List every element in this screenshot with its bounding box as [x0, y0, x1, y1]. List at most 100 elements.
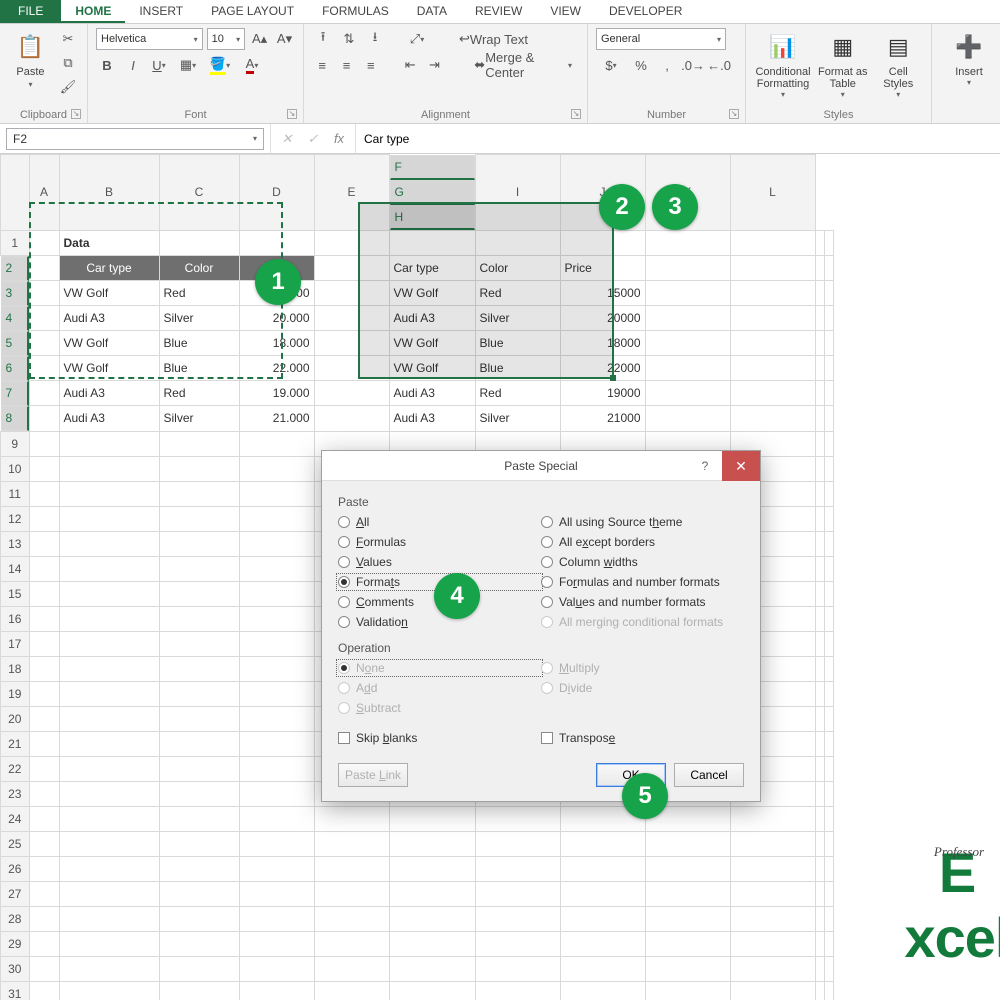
- skip-blanks-checkbox[interactable]: Skip blanks: [338, 731, 541, 745]
- cell-H5[interactable]: 18000: [560, 331, 645, 356]
- decrease-indent-button[interactable]: ⇤: [400, 54, 420, 76]
- col-header-C[interactable]: C: [159, 155, 239, 231]
- cell-B7[interactable]: Audi A3: [59, 381, 159, 406]
- row-header-25[interactable]: 25: [1, 831, 30, 856]
- col-header-D[interactable]: D: [239, 155, 314, 231]
- cell-H30[interactable]: [560, 956, 645, 981]
- confirm-edit-icon[interactable]: ✓: [301, 131, 325, 147]
- cell-C25[interactable]: [159, 831, 239, 856]
- cell-E2[interactable]: [314, 255, 389, 281]
- cell-K19[interactable]: [815, 681, 824, 706]
- cell-A5[interactable]: [29, 331, 59, 356]
- cell-L29[interactable]: [824, 931, 833, 956]
- cell-A22[interactable]: [29, 756, 59, 781]
- cell-B1[interactable]: Data: [59, 230, 159, 255]
- cell-E6[interactable]: [314, 356, 389, 381]
- cell-K26[interactable]: [815, 856, 824, 881]
- row-header-19[interactable]: 19: [1, 681, 30, 706]
- cell-L10[interactable]: [824, 456, 833, 481]
- cell-C27[interactable]: [159, 881, 239, 906]
- cell-C12[interactable]: [159, 506, 239, 531]
- cell-I7[interactable]: [645, 381, 730, 406]
- cell-G30[interactable]: [475, 956, 560, 981]
- cell-D19[interactable]: [239, 681, 314, 706]
- cell-I31[interactable]: [645, 981, 730, 1000]
- cell-B18[interactable]: [59, 656, 159, 681]
- cell-C13[interactable]: [159, 531, 239, 556]
- cell-I27[interactable]: [645, 881, 730, 906]
- cell-B12[interactable]: [59, 506, 159, 531]
- cell-A19[interactable]: [29, 681, 59, 706]
- font-launcher-icon[interactable]: ↘: [287, 109, 297, 119]
- cell-K6[interactable]: [815, 356, 824, 381]
- cell-D10[interactable]: [239, 456, 314, 481]
- tab-page-layout[interactable]: PAGE LAYOUT: [197, 0, 308, 23]
- cell-K7[interactable]: [815, 381, 824, 406]
- cell-B9[interactable]: [59, 431, 159, 456]
- accounting-format-button[interactable]: $▾: [596, 54, 626, 76]
- cell-K29[interactable]: [815, 931, 824, 956]
- cell-C24[interactable]: [159, 806, 239, 831]
- cell-F8[interactable]: Audi A3: [389, 406, 475, 432]
- cell-B27[interactable]: [59, 881, 159, 906]
- cell-J7[interactable]: [730, 381, 815, 406]
- radio-formulas[interactable]: Formulas: [338, 535, 541, 549]
- cell-C29[interactable]: [159, 931, 239, 956]
- cell-I26[interactable]: [645, 856, 730, 881]
- row-header-22[interactable]: 22: [1, 756, 30, 781]
- cell-D26[interactable]: [239, 856, 314, 881]
- cell-C23[interactable]: [159, 781, 239, 806]
- cell-C15[interactable]: [159, 581, 239, 606]
- cell-G25[interactable]: [475, 831, 560, 856]
- align-bottom-button[interactable]: ⭳: [364, 28, 386, 50]
- cell-F26[interactable]: [389, 856, 475, 881]
- cell-B30[interactable]: [59, 956, 159, 981]
- alignment-launcher-icon[interactable]: ↘: [571, 109, 581, 119]
- cell-H1[interactable]: [560, 230, 645, 255]
- fx-icon[interactable]: fx: [327, 131, 351, 146]
- cell-B16[interactable]: [59, 606, 159, 631]
- cell-E8[interactable]: [314, 406, 389, 432]
- cell-L19[interactable]: [824, 681, 833, 706]
- cell-L21[interactable]: [824, 731, 833, 756]
- row-header-3[interactable]: 3: [1, 281, 29, 306]
- cell-A25[interactable]: [29, 831, 59, 856]
- cell-B25[interactable]: [59, 831, 159, 856]
- radio-values[interactable]: Values: [338, 555, 541, 569]
- row-header-21[interactable]: 21: [1, 731, 30, 756]
- cell-J3[interactable]: [730, 281, 815, 306]
- close-button[interactable]: ✕: [722, 451, 760, 481]
- cell-K9[interactable]: [815, 431, 824, 456]
- radio-borders[interactable]: All except borders: [541, 535, 744, 549]
- cell-L26[interactable]: [824, 856, 833, 881]
- wrap-text-button[interactable]: ↩ Wrap Text: [452, 28, 535, 50]
- cell-A6[interactable]: [29, 356, 59, 381]
- cell-J4[interactable]: [730, 306, 815, 331]
- tab-review[interactable]: REVIEW: [461, 0, 536, 23]
- cell-K27[interactable]: [815, 881, 824, 906]
- col-header-L[interactable]: L: [730, 155, 815, 231]
- paste-link-button[interactable]: Paste Link: [338, 763, 408, 787]
- cell-A21[interactable]: [29, 731, 59, 756]
- cell-A17[interactable]: [29, 631, 59, 656]
- cell-D16[interactable]: [239, 606, 314, 631]
- cell-B4[interactable]: Audi A3: [59, 306, 159, 331]
- tab-formulas[interactable]: FORMULAS: [308, 0, 403, 23]
- cut-button[interactable]: ✂: [57, 28, 79, 50]
- cell-B6[interactable]: VW Golf: [59, 356, 159, 381]
- row-header-20[interactable]: 20: [1, 706, 30, 731]
- cell-J25[interactable]: [730, 831, 815, 856]
- cell-H25[interactable]: [560, 831, 645, 856]
- align-left-button[interactable]: ≡: [312, 54, 332, 76]
- cell-E28[interactable]: [314, 906, 389, 931]
- cell-D22[interactable]: [239, 756, 314, 781]
- cell-G3[interactable]: Red: [475, 281, 560, 306]
- cell-A1[interactable]: [29, 230, 59, 255]
- tab-file[interactable]: FILE: [0, 0, 61, 23]
- cell-I8[interactable]: [645, 406, 730, 432]
- cell-L18[interactable]: [824, 656, 833, 681]
- increase-decimal-button[interactable]: .0→: [682, 54, 704, 76]
- paste-button[interactable]: 📋 Paste▾: [8, 28, 53, 93]
- cell-K20[interactable]: [815, 706, 824, 731]
- row-header-16[interactable]: 16: [1, 606, 30, 631]
